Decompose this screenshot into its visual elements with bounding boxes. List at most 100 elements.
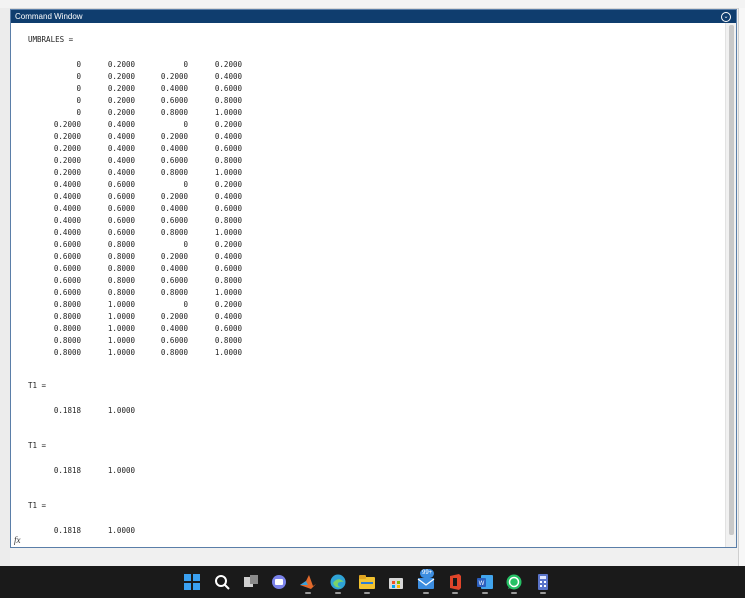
- matrix-cell: 0.2000: [214, 180, 242, 189]
- output-row: 0 0.2000 0.2000 0.4000: [11, 71, 311, 83]
- fx-prompt-icon: fx: [14, 535, 21, 545]
- matlab-icon[interactable]: [299, 573, 317, 594]
- matrix-cell: 0.2000: [107, 108, 135, 117]
- matrix-cell: 1.0000: [107, 312, 135, 321]
- matrix-cell: 0.6000: [107, 204, 135, 213]
- matrix-cell: 0.8000: [53, 300, 81, 309]
- matrix-cell: 0.8000: [214, 276, 242, 285]
- output-row: 0.4000 0.6000 0.2000 0.4000: [11, 191, 311, 203]
- command-window-content: UMBRALES = 0 0.2000 0 0.2000 0 0.2000 0.2000 0.4…: [11, 23, 736, 547]
- matrix-cell: 0: [183, 240, 188, 249]
- output-row: 0.4000 0.6000 0.8000 1.0000: [11, 227, 311, 239]
- matrix-cell: 0.8000: [160, 108, 188, 117]
- matrix-cell: 0.2000: [53, 144, 81, 153]
- matrix-cell: 0.4000: [214, 192, 242, 201]
- matrix-cell: 0.4000: [53, 204, 81, 213]
- output-row: 0.2000 0.4000 0 0.2000: [11, 119, 311, 131]
- output-row: 0.4000 0.6000 0.4000 0.6000: [11, 203, 311, 215]
- office-icon[interactable]: [446, 573, 464, 594]
- command-window-title: Command Window: [15, 12, 83, 21]
- search-icon[interactable]: [213, 573, 231, 591]
- matrix-cell: 1.0000: [214, 168, 242, 177]
- matrix-cell: 0.8000: [107, 276, 135, 285]
- matrix-cell: 0.6000: [53, 276, 81, 285]
- taskbar: 99+ W: [0, 566, 745, 598]
- matrix-cell: 0.8000: [107, 252, 135, 261]
- output-row: 0.2000 0.4000 0.8000 1.0000: [11, 167, 311, 179]
- matrix-cell: 0.6000: [160, 276, 188, 285]
- matrix-cell: 0.4000: [160, 84, 188, 93]
- matrix-cell: 0.6000: [107, 228, 135, 237]
- matrix-cell: 0.6000: [214, 84, 242, 93]
- matrix-cell: 0.6000: [160, 96, 188, 105]
- output-row: 0.1818 1.0000: [11, 465, 311, 477]
- matrix-cell: 1.0000: [107, 406, 135, 415]
- matrix-cell: 0.2000: [160, 312, 188, 321]
- matrix-cell: 0: [183, 60, 188, 69]
- file-explorer-icon[interactable]: [358, 573, 376, 594]
- matrix-cell: 1.0000: [214, 108, 242, 117]
- matrix-cell: 0: [76, 84, 81, 93]
- word-icon[interactable]: W: [476, 573, 494, 594]
- matrix-cell: 1.0000: [107, 336, 135, 345]
- vertical-scrollbar[interactable]: [725, 23, 736, 547]
- matrix-cell: 1.0000: [107, 348, 135, 357]
- matrix-cell: 0.4000: [53, 216, 81, 225]
- scrollbar-thumb[interactable]: [729, 25, 734, 535]
- output-row: 0.1818 1.0000: [11, 405, 311, 417]
- matrix-cell: 0.2000: [214, 60, 242, 69]
- windows-start-icon[interactable]: [183, 573, 201, 591]
- output-row: 0.8000 1.0000 0.6000 0.8000: [11, 335, 311, 347]
- matrix-cell: 0.6000: [53, 252, 81, 261]
- matrix-cell: 0.4000: [214, 312, 242, 321]
- command-window-titlebar: Command Window ⌄: [11, 10, 736, 23]
- chevron-down-circle-icon[interactable]: ⌄: [721, 12, 731, 22]
- matrix-cell: 0: [76, 96, 81, 105]
- output-row: 0.4000 0.6000 0 0.2000: [11, 179, 311, 191]
- output-row: 0.4000 0.6000 0.6000 0.8000: [11, 215, 311, 227]
- mail-icon[interactable]: [417, 573, 435, 594]
- matrix-cell: 0: [183, 120, 188, 129]
- matrix-cell: 0.4000: [53, 228, 81, 237]
- matrix-cell: 0.2000: [107, 72, 135, 81]
- matrix-cell: 0: [76, 108, 81, 117]
- matrix-cell: 0.4000: [53, 180, 81, 189]
- matrix-cell: 0: [76, 72, 81, 81]
- matrix-cell: 0.6000: [107, 216, 135, 225]
- edge-icon[interactable]: [329, 573, 347, 594]
- output-row: 0 0.2000 0.6000 0.8000: [11, 95, 311, 107]
- command-output[interactable]: UMBRALES = 0 0.2000 0 0.2000 0 0.2000 0.2000 0.4…: [11, 23, 725, 547]
- matrix-cell: 0.6000: [160, 216, 188, 225]
- matrix-cell: 0.4000: [214, 252, 242, 261]
- output-row: 0.8000 1.0000 0.8000 1.0000: [11, 347, 311, 359]
- matrix-cell: 0.2000: [107, 96, 135, 105]
- matrix-cell: 0.8000: [160, 228, 188, 237]
- running-indicator: [452, 592, 458, 594]
- matrix-cell: 0.2000: [107, 60, 135, 69]
- output-row: 0.6000 0.8000 0.2000 0.4000: [11, 251, 311, 263]
- calculator-icon[interactable]: [534, 573, 552, 594]
- matrix-cell: 0.4000: [160, 204, 188, 213]
- output-row: 0.6000 0.8000 0.6000 0.8000: [11, 275, 311, 287]
- output-row: 0.6000 0.8000 0.8000 1.0000: [11, 287, 311, 299]
- output-row: 0.1818 1.0000: [11, 525, 311, 537]
- matrix-cell: 0.4000: [214, 132, 242, 141]
- matrix-cell: 0.4000: [107, 120, 135, 129]
- matrix-cell: 0.2000: [107, 84, 135, 93]
- matrix-cell: 0.8000: [214, 336, 242, 345]
- matrix-cell: 0.8000: [160, 348, 188, 357]
- matrix-cell: 0.2000: [160, 72, 188, 81]
- microsoft-store-icon[interactable]: [387, 573, 405, 591]
- matrix-cell: 0.8000: [107, 264, 135, 273]
- matrix-cell: 0.4000: [160, 324, 188, 333]
- whatsapp-icon[interactable]: [505, 573, 523, 594]
- output-row: 0.6000 0.8000 0.4000 0.6000: [11, 263, 311, 275]
- teams-chat-icon[interactable]: [270, 573, 288, 591]
- running-indicator: [482, 592, 488, 594]
- running-indicator: [305, 592, 311, 594]
- right-panel-edge: [738, 8, 745, 566]
- matrix-cell: 0.1818: [53, 406, 81, 415]
- task-view-icon[interactable]: [242, 573, 260, 591]
- matrix-cell: 1.0000: [214, 228, 242, 237]
- matrix-cell: 0.6000: [160, 156, 188, 165]
